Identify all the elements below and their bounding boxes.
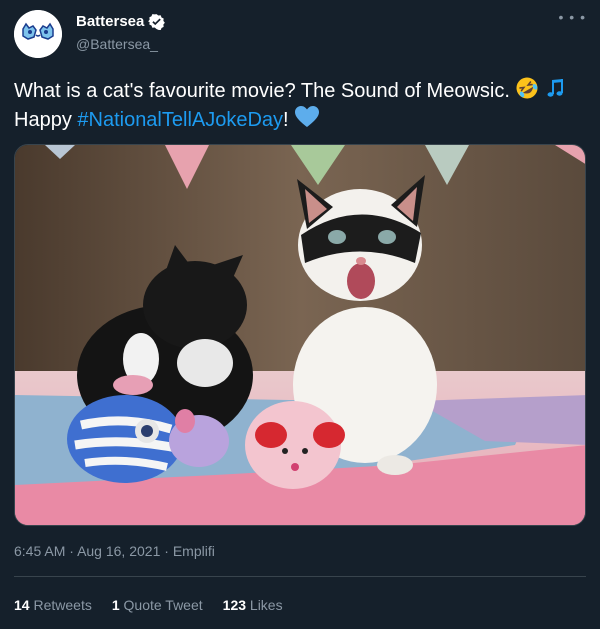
more-horizontal-icon: • • • <box>558 9 586 25</box>
tweet-text-happy: Happy <box>14 109 72 131</box>
retweets-count: 14 <box>14 597 30 613</box>
likes-label: Likes <box>249 597 283 613</box>
likes-count: 123 <box>222 597 247 613</box>
display-name[interactable]: Battersea <box>76 13 166 30</box>
tweet-date: Aug 16, 2021 <box>77 543 161 559</box>
blue-heart-emoji-icon <box>295 106 320 127</box>
tweet-time: 6:45 AM <box>14 543 66 559</box>
more-options-button[interactable]: • • • <box>558 9 586 25</box>
rolling-laughing-emoji-icon <box>516 77 538 99</box>
kittens-photo <box>15 145 585 525</box>
tweet-source[interactable]: Emplifi <box>173 543 215 559</box>
likes-stat[interactable]: 123 Likes <box>223 597 283 613</box>
retweets-label: Retweets <box>33 597 92 613</box>
hashtag-link[interactable]: #NationalTellAJokeDay <box>77 109 283 131</box>
user-handle[interactable]: @Battersea_ <box>76 36 158 52</box>
quote-tweets-count: 1 <box>111 597 120 613</box>
tweet-timestamp[interactable]: 6:45 AM · Aug 16, 2021 · Emplifi <box>14 543 215 559</box>
tweet-text-main: What is a cat's favourite movie? The Sou… <box>14 80 510 102</box>
tweet-stats: 14 Retweets 1 Quote Tweet 123 Likes <box>14 597 283 613</box>
verified-badge-icon <box>148 14 166 30</box>
tweet-card: Battersea @Battersea_ • • • What is a ca… <box>0 0 600 629</box>
separator: · <box>69 543 74 559</box>
separator: · <box>164 543 169 559</box>
tweet-text-end: ! <box>283 109 289 131</box>
tweet-text: What is a cat's favourite movie? The Sou… <box>14 76 584 134</box>
music-notes-emoji-icon <box>547 79 564 97</box>
divider <box>14 576 586 577</box>
quote-tweets-stat[interactable]: 1 Quote Tweet <box>112 597 203 613</box>
quote-tweets-label: Quote Tweet <box>123 597 203 613</box>
tweet-photo[interactable] <box>14 144 586 526</box>
display-name-label: Battersea <box>76 13 145 30</box>
retweets-stat[interactable]: 14 Retweets <box>14 597 92 613</box>
battersea-logo-icon <box>14 10 62 58</box>
avatar[interactable] <box>14 10 62 58</box>
